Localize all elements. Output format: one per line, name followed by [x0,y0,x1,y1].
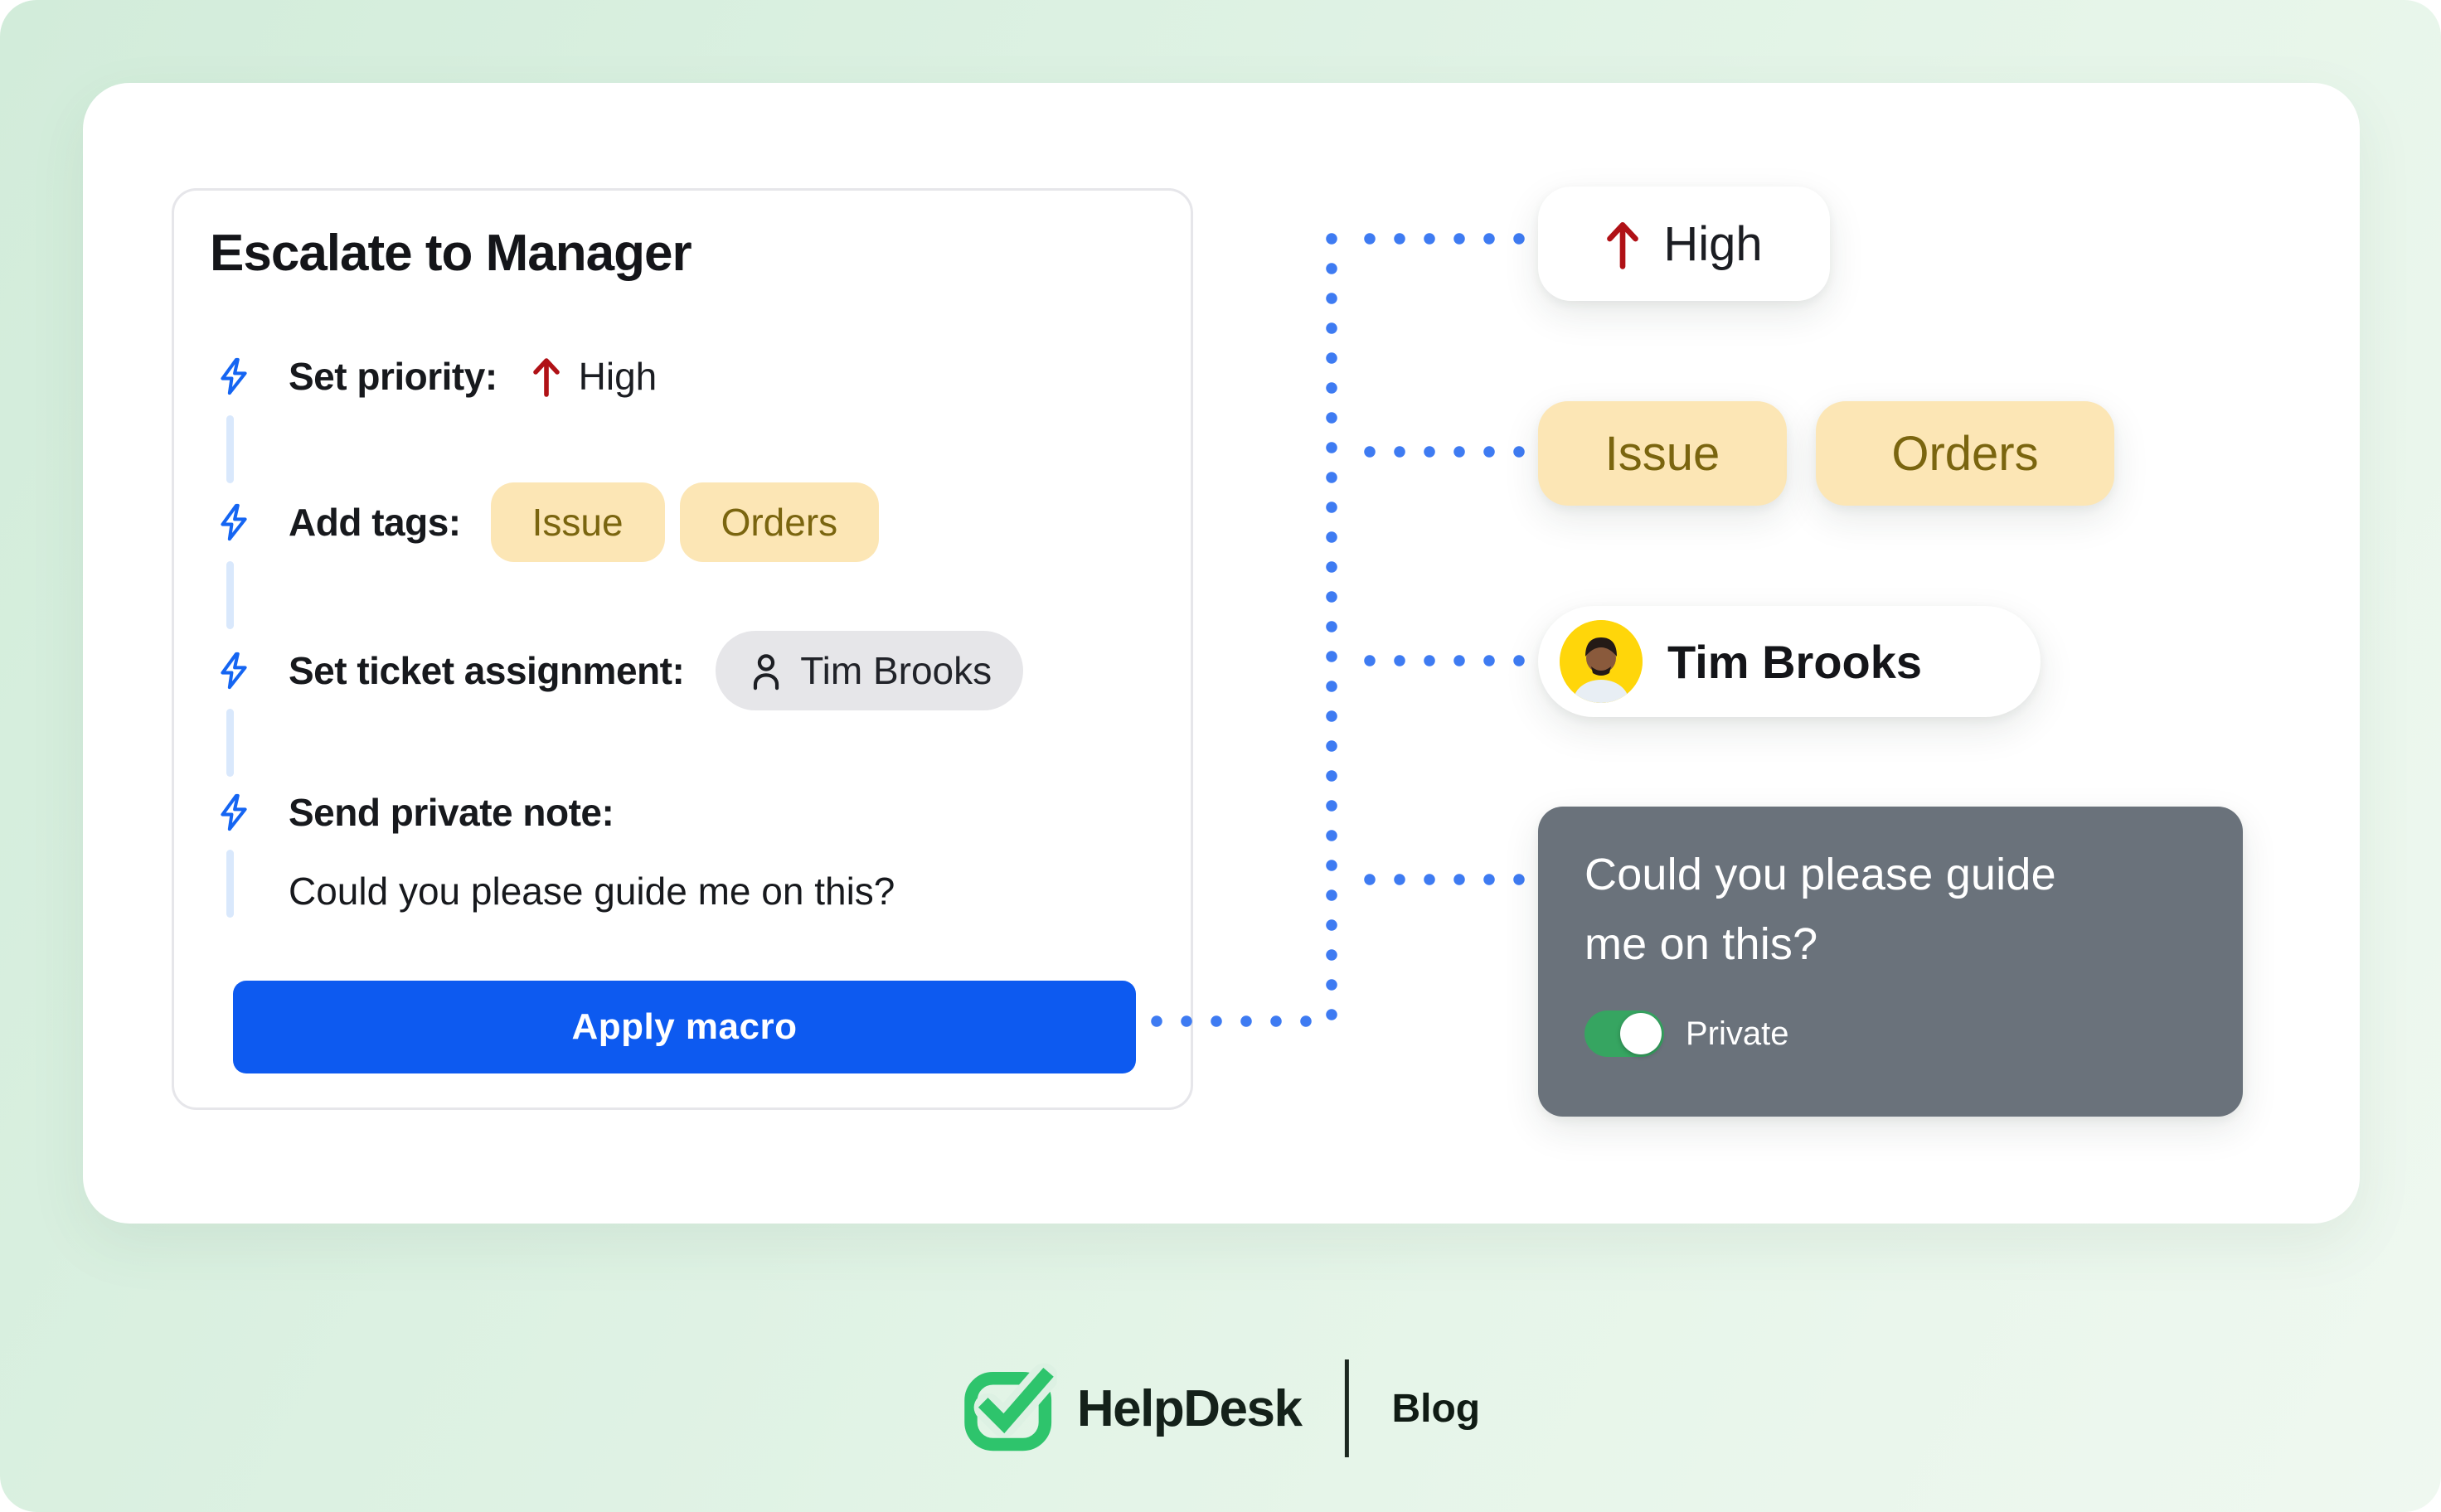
assignee-chip[interactable]: Tim Brooks [716,631,1023,710]
avatar [1560,620,1643,703]
note-preview: Could you please guide me on this? [289,850,895,933]
lightning-bolt-icon [212,355,255,398]
step-send-note: Send private note: [212,771,614,854]
footer-brand: HelpDesk Blog [961,1359,1480,1457]
lightning-bolt-icon [212,501,255,544]
step-connector [226,561,234,629]
assignee-name: Tim Brooks [800,648,992,693]
tag-chip-issue[interactable]: Issue [491,482,665,562]
step-label: Set priority: [289,354,497,399]
step-set-priority: Set priority: High [212,335,657,418]
step-label: Set ticket assignment: [289,648,684,693]
tag-chip-orders[interactable]: Orders [680,482,880,562]
page: Escalate to Manager Set priority: High [0,0,2441,1512]
priority-value-text: High [579,354,658,399]
macro-title: Escalate to Manager [210,224,692,283]
lightning-bolt-icon [212,791,255,834]
note-line: Could you please guide [1584,840,2196,909]
step-label: Add tags: [289,500,461,545]
apply-macro-button[interactable]: Apply macro [233,981,1136,1073]
callout-tag-issue: Issue [1538,401,1787,506]
connector-trunk [1326,233,1337,1030]
callout-note-card: Could you please guide me on this? Priva… [1538,807,2243,1117]
arrow-up-icon [1605,218,1640,269]
note-line: me on this? [1584,909,2196,979]
connector-note [1364,874,1530,885]
callout-priority-text: High [1663,216,1762,272]
lightning-bolt-icon [212,649,255,692]
footer-section-label: Blog [1391,1386,1480,1432]
arrow-up-icon [532,355,561,398]
callout-priority: High [1538,187,1830,301]
step-add-tags: Add tags: Issue Orders [212,481,879,564]
helpdesk-logo-icon [961,1360,1057,1456]
step-label: Send private note: [289,790,614,835]
callout-tag-orders: Orders [1816,401,2114,506]
private-toggle-label: Private [1686,1015,1789,1053]
brand-name: HelpDesk [1077,1379,1302,1438]
connector-tags [1364,446,1530,458]
toggle-knob [1620,1013,1662,1054]
private-toggle-row: Private [1584,1010,2196,1057]
connector-button [1151,1015,1317,1027]
priority-value: High [532,354,658,399]
person-icon [747,649,785,692]
divider [1344,1359,1348,1457]
step-connector [226,850,234,918]
step-set-assignment: Set ticket assignment: Tim Brooks [212,629,1023,712]
callout-assignee-name: Tim Brooks [1667,635,1922,689]
tags-group: Issue Orders [491,482,880,562]
private-toggle[interactable] [1584,1010,1664,1057]
macro-panel: Escalate to Manager Set priority: High [172,188,1193,1110]
step-connector [226,415,234,483]
illustration-card: Escalate to Manager Set priority: High [83,83,2360,1224]
connector-assignee [1364,655,1530,666]
callout-assignee: Tim Brooks [1538,606,2041,717]
step-connector [226,709,234,777]
connector-priority [1364,233,1530,245]
